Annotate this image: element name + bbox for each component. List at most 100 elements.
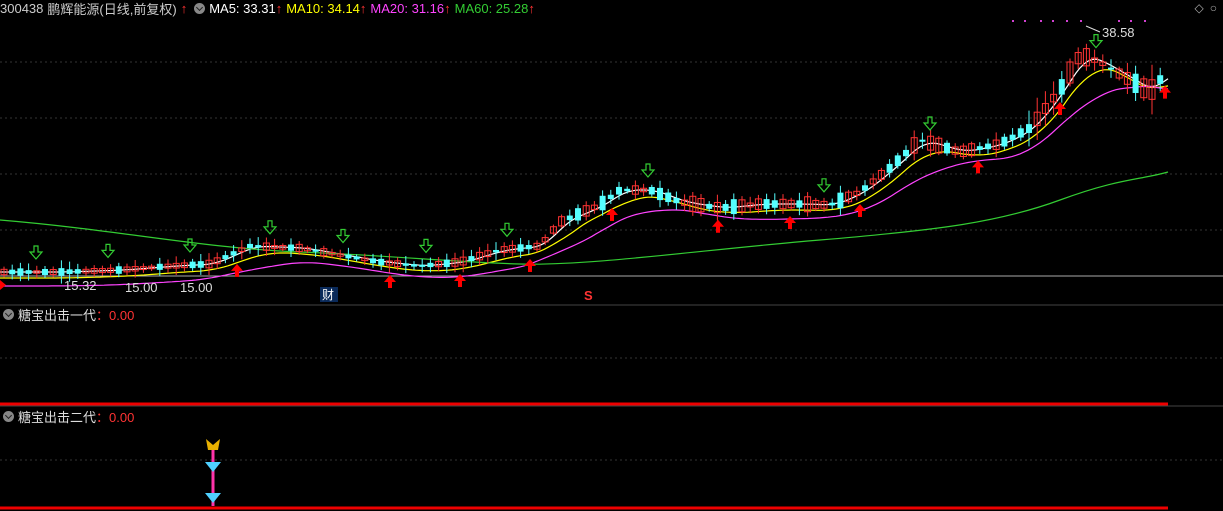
candle-body: [247, 243, 253, 249]
candle-body: [312, 249, 319, 252]
candle-body: [1108, 67, 1114, 70]
candle-body: [419, 264, 426, 267]
candle-body: [944, 142, 950, 154]
candle-body: [411, 264, 417, 267]
candle-body: [648, 186, 655, 195]
butterfly-icon: [206, 439, 220, 450]
candle-body: [624, 188, 631, 192]
buy-arrow-icon: [384, 275, 396, 288]
candle-body: [1009, 134, 1016, 140]
marker-dot: [1066, 20, 1068, 22]
candle-body: [599, 195, 606, 211]
candle-body: [919, 139, 926, 142]
sell-arrow-icon: [418, 238, 434, 254]
candle-body: [17, 268, 24, 276]
marker-dot: [1052, 20, 1054, 22]
candle-body: [58, 268, 65, 276]
buy-arrow-icon: [606, 208, 618, 221]
marker-dot: [1118, 20, 1120, 22]
marker-dot: [1144, 20, 1146, 22]
candle-body: [1132, 73, 1139, 94]
candle-body: [255, 245, 262, 248]
candle-body: [1017, 128, 1024, 138]
candle-body: [517, 244, 524, 252]
candle-body: [525, 245, 532, 250]
buy-arrow-icon: [854, 204, 866, 217]
candle-body: [657, 187, 663, 201]
sell-arrow-icon: [28, 245, 44, 260]
candle-body: [370, 258, 376, 264]
candle-body: [1157, 75, 1164, 84]
candle-body: [42, 268, 48, 276]
candle-body: [673, 197, 680, 204]
pane2-dropdown-icon[interactable]: [3, 410, 14, 422]
buy-arrow-icon: [712, 219, 724, 233]
candle-body: [730, 199, 737, 215]
candle-body: [115, 266, 122, 274]
candle-body: [796, 200, 803, 208]
candle-body: [378, 258, 385, 266]
marker-dot: [1012, 20, 1014, 22]
low-price-label: 15.32: [64, 278, 97, 293]
pane1-header: 糖宝出击一代 ：0.00: [0, 306, 135, 323]
candle-body: [9, 269, 16, 275]
sell-arrow-icon: [182, 238, 198, 253]
diamond-gem-icon: [205, 462, 221, 472]
candle-body: [829, 202, 836, 206]
kline-chart[interactable]: 38.58 15.32 15.00 15.00 财 S: [0, 0, 1223, 511]
candle-body: [1026, 124, 1032, 133]
sell-arrow-icon: [1088, 34, 1104, 49]
candle-body: [74, 269, 81, 274]
buy-arrow-icon: [231, 263, 243, 277]
candle-body: [566, 215, 573, 221]
candle-body: [189, 261, 196, 269]
candle-body: [837, 192, 844, 209]
candle-body: [976, 146, 983, 150]
pane2-header: 糖宝出击二代 ：0.00: [0, 408, 135, 425]
candle-body: [706, 203, 713, 209]
candle-body: [763, 199, 770, 209]
s-mark-label: S: [584, 288, 593, 303]
candle-body: [427, 262, 434, 268]
candle-body: [156, 263, 163, 270]
pane2-value: ：0.00: [96, 409, 135, 425]
sell-arrow-icon: [262, 220, 278, 235]
buy-arrow-icon: [784, 216, 796, 229]
pane2-title: 糖宝出击二代: [18, 409, 97, 425]
sell-arrow-icon: [922, 116, 938, 131]
start-marker-icon: [0, 280, 6, 290]
marker-dot: [1130, 20, 1132, 22]
candle-body: [722, 203, 729, 211]
sell-arrow-icon: [100, 243, 116, 259]
candle-body: [230, 251, 237, 256]
candle-body: [468, 256, 475, 262]
pane1-title: 糖宝出击一代: [18, 307, 97, 323]
caibiao-label: 财: [322, 288, 334, 302]
diamond-gem-icon-2: [205, 493, 221, 503]
sell-arrow-icon: [640, 163, 656, 178]
candle-body: [402, 263, 409, 266]
ma20-line: [0, 85, 1169, 287]
ma60-line: [0, 171, 1169, 265]
candle-body: [575, 208, 581, 221]
mid-price-label-2: 15.00: [180, 280, 213, 295]
high-pointer: [1085, 25, 1101, 33]
pane1-dropdown-icon[interactable]: [3, 308, 14, 320]
sell-arrow-icon: [816, 178, 832, 193]
candle-body: [616, 186, 622, 195]
sell-arrow-icon: [335, 228, 351, 244]
candle-body: [1058, 79, 1065, 95]
candle-body: [985, 143, 991, 150]
candle-body: [886, 163, 893, 173]
candle-body: [771, 200, 778, 208]
candle-body: [288, 244, 294, 251]
candle-body: [607, 194, 614, 200]
pane1-value: ：0.00: [96, 307, 135, 323]
candle-body: [1001, 136, 1008, 147]
candle-body: [197, 261, 204, 268]
candle-body: [25, 270, 32, 274]
mid-price-label: 15.00: [125, 280, 158, 295]
candle-body: [222, 255, 229, 260]
candle-body: [665, 192, 672, 203]
candle-body: [353, 256, 360, 260]
